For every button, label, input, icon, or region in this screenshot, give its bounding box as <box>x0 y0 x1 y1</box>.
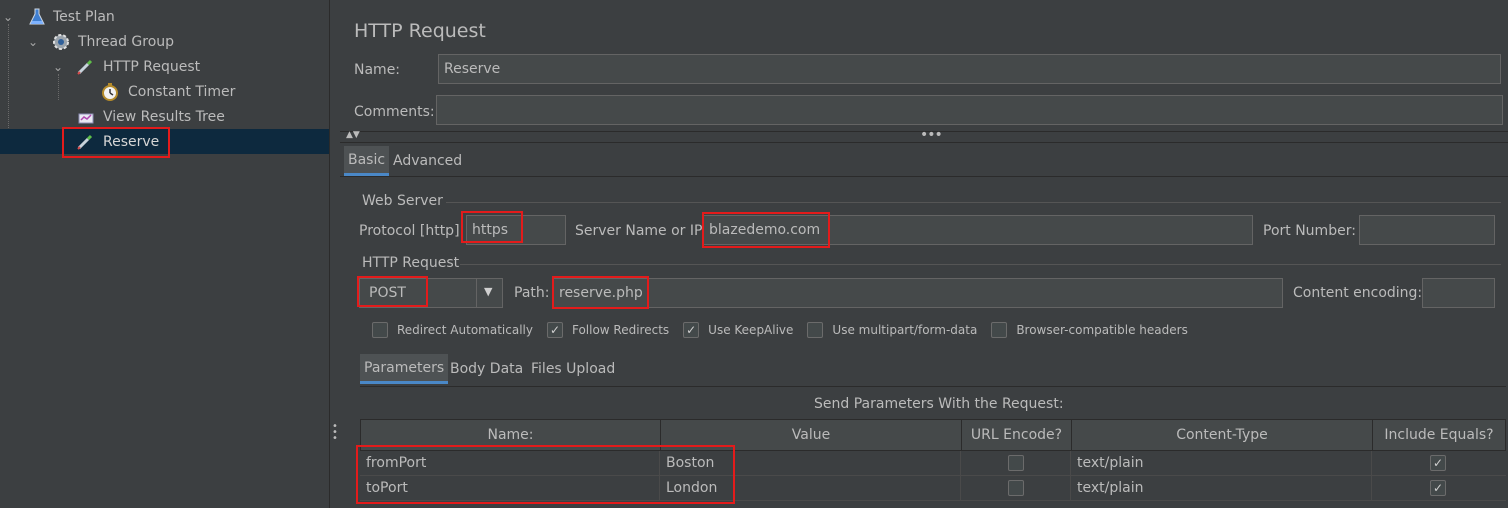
tab-advanced[interactable]: Advanced <box>389 146 466 176</box>
column-header-content-type[interactable]: Content-Type <box>1072 420 1373 450</box>
tab-files-upload[interactable]: Files Upload <box>527 354 619 384</box>
tab-body-data[interactable]: Body Data <box>446 354 527 384</box>
protocol-label: Protocol [http]: <box>359 223 465 239</box>
server-name-field[interactable]: blazedemo.com <box>703 215 1253 245</box>
content-encoding-field[interactable] <box>1422 278 1495 308</box>
page-title: HTTP Request <box>354 20 486 42</box>
use-multipart-checkbox[interactable]: Use multipart/form-data <box>807 322 977 338</box>
follow-redirects-checkbox[interactable]: ✓ Follow Redirects <box>546 322 670 338</box>
include-equals-cell[interactable]: ✓ <box>1372 451 1504 475</box>
comments-label: Comments: <box>354 104 435 120</box>
tab-basic[interactable]: Basic <box>344 146 390 176</box>
param-value-cell[interactable]: Boston <box>660 451 961 475</box>
param-name-cell[interactable]: toPort <box>360 476 660 500</box>
web-server-group-label: Web Server <box>362 193 443 209</box>
column-header-include-equals[interactable]: Include Equals? <box>1373 420 1505 450</box>
checkbox-label: Redirect Automatically <box>397 323 533 337</box>
table-row[interactable]: toPort London text/plain ✓ <box>360 476 1506 501</box>
checkbox-label: Use multipart/form-data <box>832 323 978 337</box>
subtab-divider <box>360 386 1506 387</box>
checkbox-box[interactable] <box>991 322 1008 338</box>
param-value-cell[interactable]: London <box>660 476 961 500</box>
method-value: POST <box>369 285 406 301</box>
results-tree-icon <box>76 107 96 127</box>
param-name-cell[interactable]: fromPort <box>360 451 660 475</box>
comments-field[interactable] <box>436 95 1503 125</box>
tree-item-label: Reserve <box>103 133 160 150</box>
checkbox-label: Follow Redirects <box>571 323 670 337</box>
checkmark-icon[interactable]: ✓ <box>683 322 700 338</box>
tree-item-label: View Results Tree <box>103 108 225 125</box>
checkbox-box[interactable] <box>807 322 824 338</box>
checkmark-icon[interactable]: ✓ <box>546 322 563 338</box>
collapse-bar[interactable]: ▲▼ ••• <box>340 127 1508 143</box>
tree-item-view-results-tree[interactable]: View Results Tree <box>0 104 329 129</box>
checkbox-box[interactable] <box>372 322 388 338</box>
http-request-group-label: HTTP Request <box>362 255 460 271</box>
content-encoding-label: Content encoding: <box>1293 285 1423 301</box>
more-dots-icon[interactable]: ••• <box>920 127 943 143</box>
port-number-field[interactable] <box>1359 215 1495 245</box>
checkbox-box[interactable] <box>1007 455 1024 471</box>
params-caption: Send Parameters With the Request: <box>814 396 1064 412</box>
chevron-down-icon[interactable]: ⌄ <box>51 60 65 74</box>
include-equals-cell[interactable]: ✓ <box>1372 476 1504 500</box>
table-header: Name: Value URL Encode? Content-Type Inc… <box>360 419 1506 451</box>
pipette-icon <box>75 132 95 152</box>
tree-item-constant-timer[interactable]: Constant Timer <box>0 79 329 104</box>
port-number-label: Port Number: <box>1263 223 1356 239</box>
chevron-down-icon[interactable]: ⌄ <box>1 10 15 24</box>
options-row: Redirect Automatically ✓ Follow Redirect… <box>372 320 1202 340</box>
name-label: Name: <box>354 62 401 78</box>
column-header-value[interactable]: Value <box>661 420 962 450</box>
path-label: Path: <box>514 285 550 301</box>
tree-item-label: Test Plan <box>53 8 115 25</box>
checkbox-box[interactable] <box>1007 480 1024 496</box>
method-select[interactable]: POST ▼ <box>359 278 503 308</box>
name-field[interactable]: Reserve <box>438 54 1501 84</box>
collapse-arrows-icon[interactable]: ▲▼ <box>346 130 360 140</box>
url-encode-cell[interactable] <box>961 476 1071 500</box>
checkbox-label: Browser-compatible headers <box>1016 323 1188 337</box>
column-header-url-encode[interactable]: URL Encode? <box>962 420 1072 450</box>
tab-parameters[interactable]: Parameters <box>360 354 449 384</box>
splitter-grip-icon[interactable]: • • • <box>332 422 338 444</box>
tree-item-label: Constant Timer <box>128 83 236 100</box>
panel-splitter[interactable]: • • • <box>330 0 340 508</box>
path-field[interactable]: reserve.php <box>553 278 1283 308</box>
checkbox-label: Use KeepAlive <box>708 323 794 337</box>
tree-item-reserve[interactable]: Reserve <box>0 129 329 154</box>
tree-item-thread-group[interactable]: ⌄ Thread Group <box>0 29 329 54</box>
url-encode-cell[interactable] <box>961 451 1071 475</box>
column-header-name[interactable]: Name: <box>361 420 661 450</box>
pipette-icon <box>75 57 95 77</box>
tab-divider <box>340 176 1508 177</box>
gear-icon <box>51 32 71 52</box>
stopwatch-icon <box>100 82 120 102</box>
server-name-label: Server Name or IP: <box>575 223 708 239</box>
test-plan-tree: ⌄ Test Plan ⌄ Thread Group ⌄ HTTP Reques… <box>0 0 330 508</box>
dropdown-arrow-icon[interactable]: ▼ <box>484 285 492 298</box>
tree-item-label: HTTP Request <box>103 58 201 75</box>
group-divider <box>460 264 1501 265</box>
redirect-automatically-checkbox[interactable]: Redirect Automatically <box>372 322 533 338</box>
content-type-cell[interactable]: text/plain <box>1071 451 1372 475</box>
checkmark-icon[interactable]: ✓ <box>1430 480 1446 496</box>
use-keepalive-checkbox[interactable]: ✓ Use KeepAlive <box>683 322 793 338</box>
tree-item-http-request[interactable]: ⌄ HTTP Request <box>0 54 329 79</box>
checkmark-icon[interactable]: ✓ <box>1430 455 1446 471</box>
tree-item-label: Thread Group <box>78 33 175 50</box>
flask-icon <box>27 7 47 27</box>
table-row[interactable]: fromPort Boston text/plain ✓ <box>360 451 1506 476</box>
group-divider <box>446 202 1501 203</box>
content-type-cell[interactable]: text/plain <box>1071 476 1372 500</box>
tree-item-test-plan[interactable]: ⌄ Test Plan <box>0 4 329 29</box>
select-divider <box>476 279 477 307</box>
chevron-down-icon[interactable]: ⌄ <box>26 35 40 49</box>
protocol-field[interactable]: https <box>466 215 566 245</box>
browser-compatible-headers-checkbox[interactable]: Browser-compatible headers <box>991 322 1188 338</box>
http-request-panel: HTTP Request Name: Reserve Comments: ▲▼ … <box>340 0 1508 508</box>
